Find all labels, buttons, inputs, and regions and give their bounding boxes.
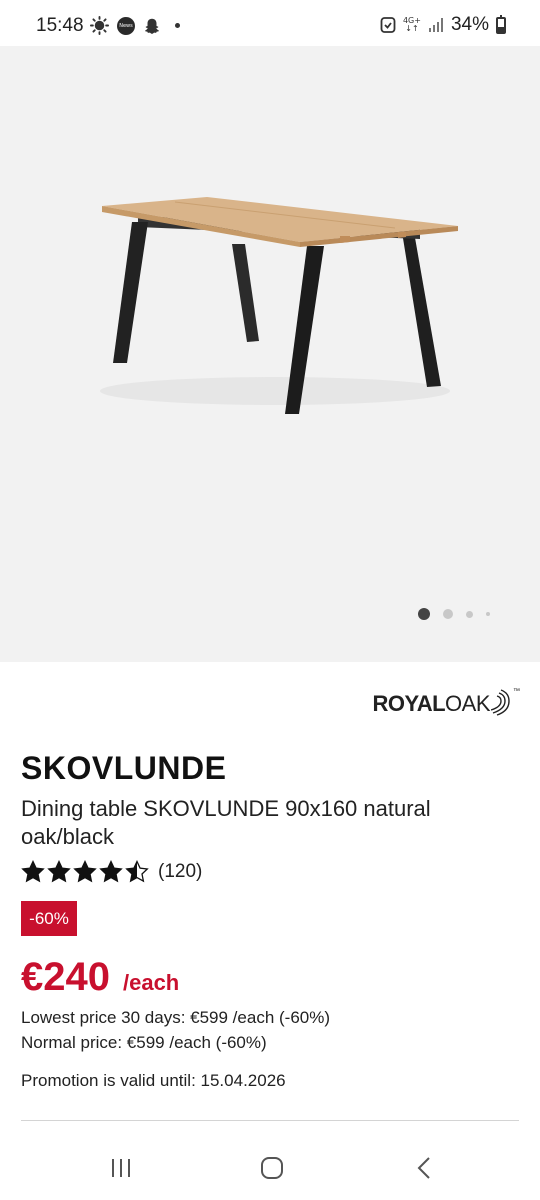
product-description: Dining table SKOVLUNDE 90x160 natural oa… <box>21 796 431 849</box>
product-rating[interactable]: (120) <box>21 860 202 884</box>
news-icon: News <box>117 16 135 35</box>
product-photo-dining-table <box>100 197 458 414</box>
carousel-dot[interactable] <box>443 609 453 619</box>
star-full-icon <box>47 860 71 883</box>
star-full-icon <box>99 860 123 883</box>
product-image-carousel[interactable] <box>0 46 540 662</box>
brand-trademark: ™ <box>513 688 520 695</box>
carousel-dot[interactable] <box>486 612 490 616</box>
discount-badge: -60% <box>21 901 77 936</box>
normal-price: Normal price: €599 /each (-60%) <box>21 1033 267 1052</box>
status-time: 15:48 <box>36 15 84 36</box>
price: €240 /each <box>21 955 179 1000</box>
back-icon <box>417 1157 430 1179</box>
brand-name-royal: ROYAL <box>372 691 446 716</box>
sun-icon <box>90 16 109 35</box>
star-full-icon <box>21 860 45 883</box>
divider <box>21 1120 519 1121</box>
rating-count: (120) <box>158 861 203 882</box>
price-unit: /each <box>122 970 180 995</box>
brand-swirl-icon <box>491 689 510 716</box>
snapchat-icon <box>145 18 159 34</box>
status-system-icons: 4G+ ↓↑ 34% <box>380 14 506 36</box>
system-nav-bar <box>0 1134 540 1200</box>
carousel-indicator[interactable] <box>418 608 503 620</box>
signal-icon <box>428 18 443 32</box>
rating-stars <box>21 860 149 884</box>
battery-icon <box>496 14 506 34</box>
brand-name-oak: OAK <box>445 691 490 716</box>
home-button[interactable] <box>252 1154 292 1182</box>
status-notification-icons: News <box>90 16 180 35</box>
brand-logo: ROYAL OAK ™ <box>373 686 520 722</box>
network-type-icon: 4G+ ↓↑ <box>402 16 421 33</box>
back-button[interactable] <box>404 1154 444 1182</box>
recent-apps-button[interactable] <box>101 1154 141 1182</box>
alarm-icon <box>380 17 396 33</box>
product-name: SKOVLUNDE <box>21 750 227 786</box>
star-full-icon <box>73 860 97 883</box>
home-icon <box>261 1157 283 1179</box>
price-amount: €240 <box>21 955 110 999</box>
promotion-validity: Promotion is valid until: 15.04.2026 <box>21 1071 286 1090</box>
notification-dot-icon <box>175 23 180 28</box>
status-bar: 15:48 News 4G+ ↓↑ 34% <box>0 0 540 46</box>
recent-apps-icon <box>112 1159 130 1177</box>
battery-percent: 34% <box>450 14 489 35</box>
carousel-dot[interactable] <box>418 608 430 620</box>
star-half-icon <box>125 860 149 883</box>
carousel-dot[interactable] <box>466 610 473 618</box>
lowest-price-30-days: Lowest price 30 days: €599 /each (-60%) <box>21 1008 331 1027</box>
